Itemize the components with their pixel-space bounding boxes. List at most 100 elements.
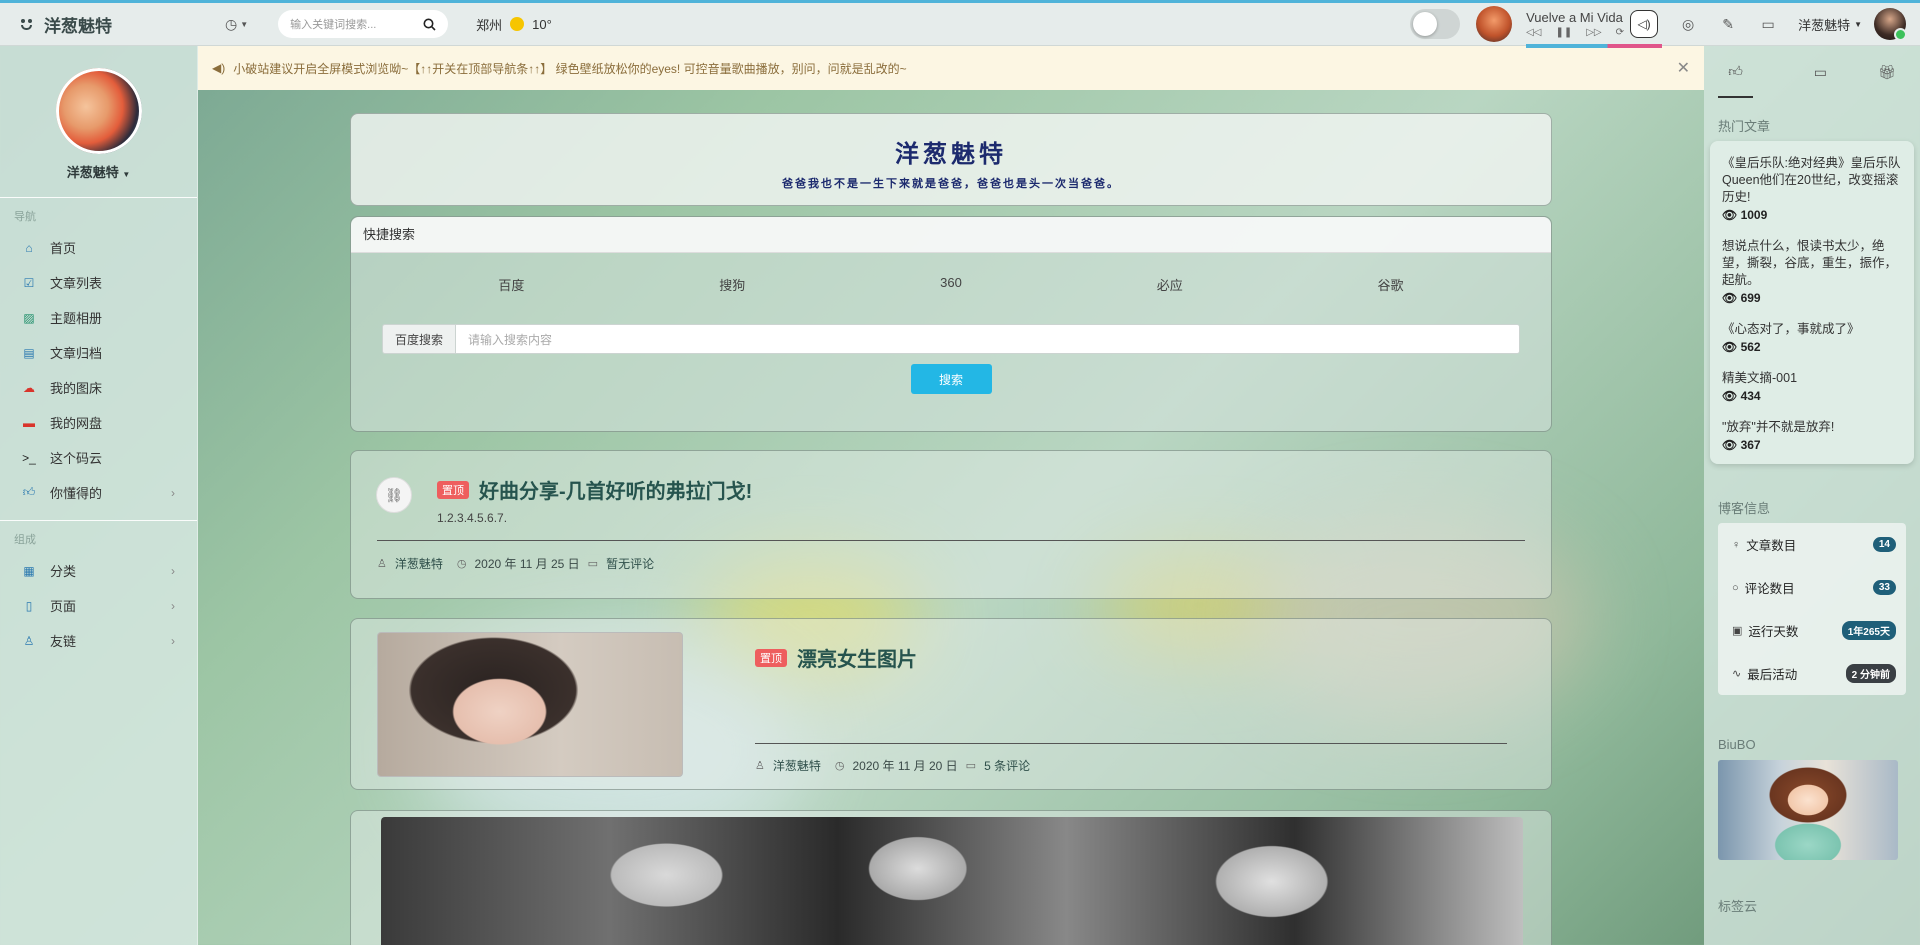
next-icon[interactable]: ▷▷ (1586, 27, 1601, 38)
engine-bing[interactable]: 必应 (1157, 275, 1183, 294)
comment-icon: ▭ (1813, 63, 1827, 80)
comment-icon: ○ (1732, 581, 1739, 594)
article-title[interactable]: 想说点什么，恨读书太少，绝望，撕裂，谷底，重生，振作，起航。 (1722, 238, 1904, 289)
engine-baidu[interactable]: 百度 (498, 275, 524, 294)
close-icon[interactable]: ✕ (1677, 58, 1690, 78)
search-icon[interactable] (423, 18, 436, 31)
post-author[interactable]: 洋葱魅特 (395, 555, 443, 572)
album-cover[interactable] (1476, 6, 1513, 42)
song-title: Vuelve a Mi Vida (1526, 10, 1623, 25)
site-header-card: 洋葱魅特 爸爸我也不是一生下来就是爸爸，爸爸也是头一次当爸爸。 (350, 113, 1552, 206)
sidebar-item-label: 首页 (50, 241, 77, 256)
profile-avatar[interactable] (55, 68, 142, 154)
loop-icon[interactable]: ⟳ (1616, 27, 1624, 38)
post-meta: ♙ 洋葱魅特 ◷ 2020 年 11 月 25 日 ▭ 暂无评论 (377, 555, 654, 572)
post-thumbnail[interactable] (377, 632, 683, 777)
chevron-right-icon: › (171, 485, 175, 500)
sidebar-item-category[interactable]: ▦ 分类 › (0, 553, 197, 588)
chevron-down-icon: ▼ (1854, 19, 1862, 29)
sidebar-item-label: 文章归档 (50, 346, 103, 361)
profile-name-dropdown[interactable]: 洋葱魅特 ▼ (0, 162, 197, 181)
player-controls: ◁◁ ❚❚ ▷▷ ⟳ (1526, 27, 1624, 38)
article-title[interactable]: 《皇后乐队:绝对经典》皇后乐队Queen他们在20世纪，改变摇滚历史! (1722, 155, 1904, 206)
list-item[interactable]: 精美文摘-001 👁︎ 434 (1722, 370, 1904, 403)
hot-articles-list: 《皇后乐队:绝对经典》皇后乐队Queen他们在20世纪，改变摇滚历史! 👁︎ 1… (1710, 141, 1914, 464)
info-label: 最后活动 (1747, 668, 1798, 682)
tab-gift[interactable]: 🎁︎ (1854, 46, 1920, 98)
brand[interactable]: 洋葱魅特 (0, 12, 200, 37)
list-item[interactable]: 想说点什么，恨读书太少，绝望，撕裂，谷底，重生，振作，起航。 👁︎ 699 (1722, 238, 1904, 305)
sidebar-item-links[interactable]: ♙ 友链 › (0, 623, 197, 658)
quick-search-heading: 快捷搜索 (351, 217, 1551, 253)
sidebar-item-home[interactable]: ⌂ 首页 (0, 230, 197, 265)
divider (0, 197, 197, 198)
post-comments[interactable]: 5 条评论 (984, 757, 1030, 774)
info-label: 评论数目 (1744, 582, 1795, 596)
sidebar-item-drive[interactable]: ▬ 我的网盘 (0, 405, 197, 440)
post-title[interactable]: 好曲分享-几首好听的弗拉门戈! (479, 481, 752, 503)
article-views: 👁︎ 562 (1722, 340, 1761, 354)
clock-icon: ◷ (834, 760, 845, 772)
search-button[interactable]: 搜索 (910, 364, 992, 394)
settings-icon[interactable]: ◎ (1668, 16, 1708, 33)
previous-icon[interactable]: ◁◁ (1526, 27, 1541, 38)
list-item[interactable]: 《皇后乐队:绝对经典》皇后乐队Queen他们在20世纪，改变摇滚历史! 👁︎ 1… (1722, 155, 1904, 222)
article-views: 👁︎ 367 (1722, 438, 1761, 452)
song-progress-bar[interactable] (1526, 44, 1663, 48)
quick-search-card: 快捷搜索 百度 搜狗 360 必应 谷歌 百度搜索 请输入搜索内容 搜索 (350, 216, 1552, 432)
weather-widget: 郑州 10° (476, 15, 552, 34)
grid-icon: ▦ (23, 563, 35, 578)
speaker-icon: ◀) (212, 61, 226, 75)
list-item[interactable]: 《心态对了，事就成了》 👁︎ 562 (1722, 321, 1904, 354)
biubo-mascot-image[interactable] (1718, 760, 1898, 860)
sidebar-item-articles[interactable]: ☑ 文章列表 (0, 265, 197, 300)
sidebar-item-you-know[interactable]: 👍︎ 你懂得的 › (0, 475, 197, 510)
clock-dropdown[interactable]: ◷ ▼ (225, 16, 248, 33)
user-avatar[interactable] (1874, 8, 1907, 41)
info-label: 运行天数 (1748, 625, 1799, 639)
tab-comments[interactable]: ▭ (1787, 46, 1853, 98)
list-item: ▣ 运行天数 1年265天 (1718, 609, 1906, 652)
post-author[interactable]: 洋葱魅特 (773, 757, 821, 774)
sidebar-item-gitee[interactable]: >_ 这个码云 (0, 440, 197, 475)
sidebar-item-image-host[interactable]: ☁ 我的图床 (0, 370, 197, 405)
page-icon: ▯ (25, 598, 33, 613)
article-title[interactable]: 《心态对了，事就成了》 (1722, 321, 1904, 338)
message-icon[interactable]: ▭ (1748, 16, 1788, 33)
post-thumbnail[interactable] (381, 817, 1523, 945)
write-icon[interactable]: ✎ (1708, 16, 1748, 33)
top-search-input[interactable]: 输入关键词搜索... (278, 10, 449, 38)
user-icon: ♙ (755, 760, 765, 772)
sidebar-item-archive[interactable]: ▤ 文章归档 (0, 335, 197, 370)
article-title[interactable]: "放弃"并不就是放弃! (1722, 419, 1904, 436)
sidebar-item-pages[interactable]: ▯ 页面 › (0, 588, 197, 623)
list-item[interactable]: "放弃"并不就是放弃! 👁︎ 367 (1722, 419, 1904, 452)
article-title[interactable]: 精美文摘-001 (1722, 370, 1904, 387)
engine-360[interactable]: 360 (940, 275, 962, 294)
pause-icon[interactable]: ❚❚ (1555, 27, 1572, 38)
top-right-tools: Vuelve a Mi Vida ◁◁ ❚❚ ▷▷ ⟳ ◁) ◎ ✎ ▭ 洋葱魅… (1410, 3, 1920, 48)
blog-info-heading: 博客信息 (1718, 501, 1771, 516)
player-info: Vuelve a Mi Vida ◁◁ ❚❚ ▷▷ ⟳ (1526, 10, 1624, 38)
fullscreen-toggle[interactable] (1410, 9, 1461, 39)
article-views: 👁︎ 1009 (1722, 208, 1768, 222)
search-engine-label: 百度搜索 (382, 324, 455, 354)
chevron-right-icon: › (171, 598, 175, 613)
post-title[interactable]: 漂亮女生图片 (797, 649, 917, 671)
drive-icon: ▬ (23, 415, 35, 430)
volume-icon[interactable]: ◁) (1630, 10, 1659, 38)
sidebar-item-album[interactable]: ▨ 主题相册 (0, 300, 197, 335)
tab-popular[interactable]: 👍︎ (1718, 46, 1754, 98)
nav-heading: 导航 (14, 211, 36, 223)
sidebar-item-label: 分类 (50, 564, 77, 579)
info-badge: 2 分钟前 (1845, 664, 1896, 683)
engine-google[interactable]: 谷歌 (1378, 275, 1404, 294)
engine-sogou[interactable]: 搜狗 (719, 275, 745, 294)
user-menu[interactable]: 洋葱魅特 ▼ (1798, 15, 1862, 34)
link-icon: ⛓ (376, 477, 412, 513)
hot-articles-heading: 热门文章 (1718, 119, 1771, 134)
search-input[interactable]: 请输入搜索内容 (455, 324, 1520, 354)
post-comments[interactable]: 暂无评论 (606, 555, 654, 572)
eye-icon: 👁︎ (1722, 291, 1738, 305)
eye-icon: 👁︎ (1722, 389, 1738, 403)
